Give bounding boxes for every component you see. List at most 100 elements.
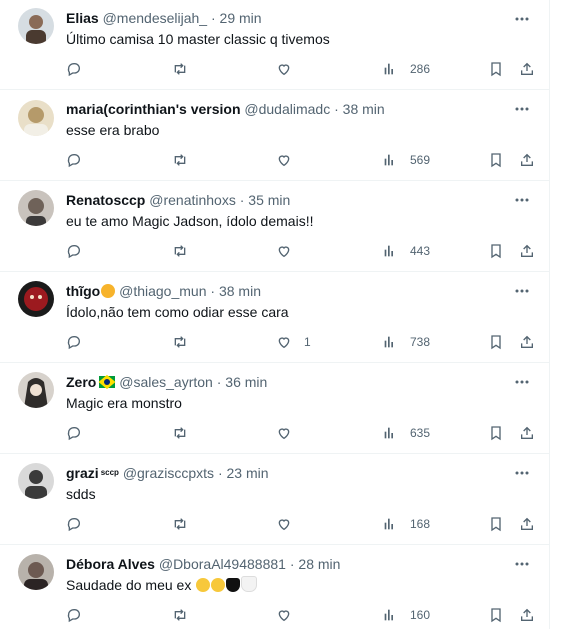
more-icon[interactable] (513, 10, 531, 28)
bookmark-button[interactable] (488, 332, 504, 352)
separator: · (210, 283, 216, 299)
like-icon (278, 428, 290, 440)
views-button[interactable]: 569 (382, 150, 430, 170)
timeline: Elias @mendeselijah_ · 29 min Último cam… (0, 0, 550, 629)
timestamp[interactable]: 23 min (227, 465, 269, 481)
bookmark-button[interactable] (488, 241, 504, 261)
timestamp[interactable]: 29 min (220, 10, 262, 26)
reply-icon (67, 609, 80, 623)
retweet-button[interactable] (172, 150, 188, 170)
reply-button[interactable] (66, 59, 82, 79)
display-name[interactable]: Renatosccp (66, 192, 145, 208)
timestamp[interactable]: 28 min (298, 556, 340, 572)
handle[interactable]: @renatinhoxs (149, 192, 236, 208)
share-button[interactable] (519, 423, 535, 443)
views-button[interactable]: 635 (382, 423, 430, 443)
like-icon (278, 64, 290, 76)
reply-icon (67, 336, 80, 350)
avatar[interactable] (18, 554, 54, 590)
tweet-header: thĩgo @thiago_mun · 38 min (66, 282, 261, 300)
retweet-button[interactable] (172, 241, 188, 261)
views-button[interactable]: 168 (382, 514, 430, 534)
views-button[interactable]: 443 (382, 241, 430, 261)
avatar[interactable] (18, 190, 54, 226)
bookmark-button[interactable] (488, 150, 504, 170)
reply-button[interactable] (66, 605, 82, 625)
timestamp[interactable]: 38 min (219, 283, 261, 299)
share-button[interactable] (519, 332, 535, 352)
timestamp[interactable]: 36 min (225, 374, 267, 390)
reply-button[interactable] (66, 241, 82, 261)
avatar[interactable] (18, 8, 54, 44)
more-icon[interactable] (513, 191, 531, 209)
share-button[interactable] (519, 605, 535, 625)
avatar[interactable] (18, 100, 54, 136)
display-name[interactable]: maria(corinthian's version (66, 101, 241, 117)
share-icon (521, 153, 533, 166)
action-bar: 635 (66, 423, 546, 443)
bookmark-button[interactable] (488, 605, 504, 625)
reply-button[interactable] (66, 332, 82, 352)
more-icon[interactable] (513, 282, 531, 300)
views-button[interactable]: 738 (382, 332, 430, 352)
handle[interactable]: @grazisccpxts (123, 465, 214, 481)
views-button[interactable]: 286 (382, 59, 430, 79)
handle[interactable]: @dudalimadc (244, 101, 330, 117)
retweet-button[interactable] (172, 332, 188, 352)
tweet[interactable]: Zero @sales_ayrton · 36 min Magic era mo… (0, 363, 549, 454)
retweet-button[interactable] (172, 423, 188, 443)
tweet[interactable]: Elias @mendeselijah_ · 29 min Último cam… (0, 0, 549, 90)
reply-button[interactable] (66, 514, 82, 534)
reply-button[interactable] (66, 423, 82, 443)
like-button[interactable] (276, 241, 304, 261)
action-bar: 168 (66, 514, 546, 534)
retweet-button[interactable] (172, 605, 188, 625)
display-name[interactable]: grazi (66, 465, 99, 481)
share-button[interactable] (519, 59, 535, 79)
tweet[interactable]: thĩgo @thiago_mun · 38 min Ídolo,não tem… (0, 272, 549, 363)
tweet[interactable]: Débora Alves @DboraAl49488881 · 28 min S… (0, 545, 549, 629)
like-button[interactable]: 1 (276, 332, 311, 352)
retweet-button[interactable] (172, 514, 188, 534)
avatar[interactable] (18, 372, 54, 408)
bookmark-button[interactable] (488, 423, 504, 443)
bookmark-button[interactable] (488, 514, 504, 534)
handle[interactable]: @mendeselijah_ (103, 10, 208, 26)
like-button[interactable] (276, 150, 304, 170)
more-icon[interactable] (513, 464, 531, 482)
share-button[interactable] (519, 150, 535, 170)
avatar[interactable] (18, 281, 54, 317)
handle[interactable]: @DboraAl49488881 (159, 556, 286, 572)
views-button[interactable]: 160 (382, 605, 430, 625)
like-button[interactable] (276, 423, 304, 443)
share-button[interactable] (519, 514, 535, 534)
more-icon[interactable] (513, 555, 531, 573)
more-icon[interactable] (513, 100, 531, 118)
tweet[interactable]: Renatosccp @renatinhoxs · 35 min eu te a… (0, 181, 549, 272)
like-icon (278, 519, 290, 531)
display-name[interactable]: thĩgo (66, 283, 100, 299)
avatar[interactable] (18, 463, 54, 499)
more-icon[interactable] (513, 373, 531, 391)
share-button[interactable] (519, 241, 535, 261)
bookmark-button[interactable] (488, 59, 504, 79)
like-button[interactable] (276, 605, 304, 625)
tweet[interactable]: grazi sccp @grazisccpxts · 23 min sdds 16… (0, 454, 549, 545)
display-name[interactable]: Zero (66, 374, 96, 390)
display-name[interactable]: Elias (66, 10, 99, 26)
view-count: 160 (410, 608, 431, 622)
display-name[interactable]: Débora Alves (66, 556, 155, 572)
timestamp[interactable]: 38 min (343, 101, 385, 117)
action-bar: 160 (66, 605, 546, 625)
handle[interactable]: @sales_ayrton (119, 374, 213, 390)
tweet[interactable]: maria(corinthian's version @dudalimadc ·… (0, 90, 549, 181)
handle[interactable]: @thiago_mun (119, 283, 206, 299)
retweet-icon (174, 245, 186, 257)
retweet-button[interactable] (172, 59, 188, 79)
like-button[interactable] (276, 514, 304, 534)
reply-button[interactable] (66, 150, 82, 170)
bookmark-icon (491, 62, 501, 77)
timestamp[interactable]: 35 min (248, 192, 290, 208)
like-button[interactable] (276, 59, 304, 79)
bookmark-icon (491, 517, 501, 532)
